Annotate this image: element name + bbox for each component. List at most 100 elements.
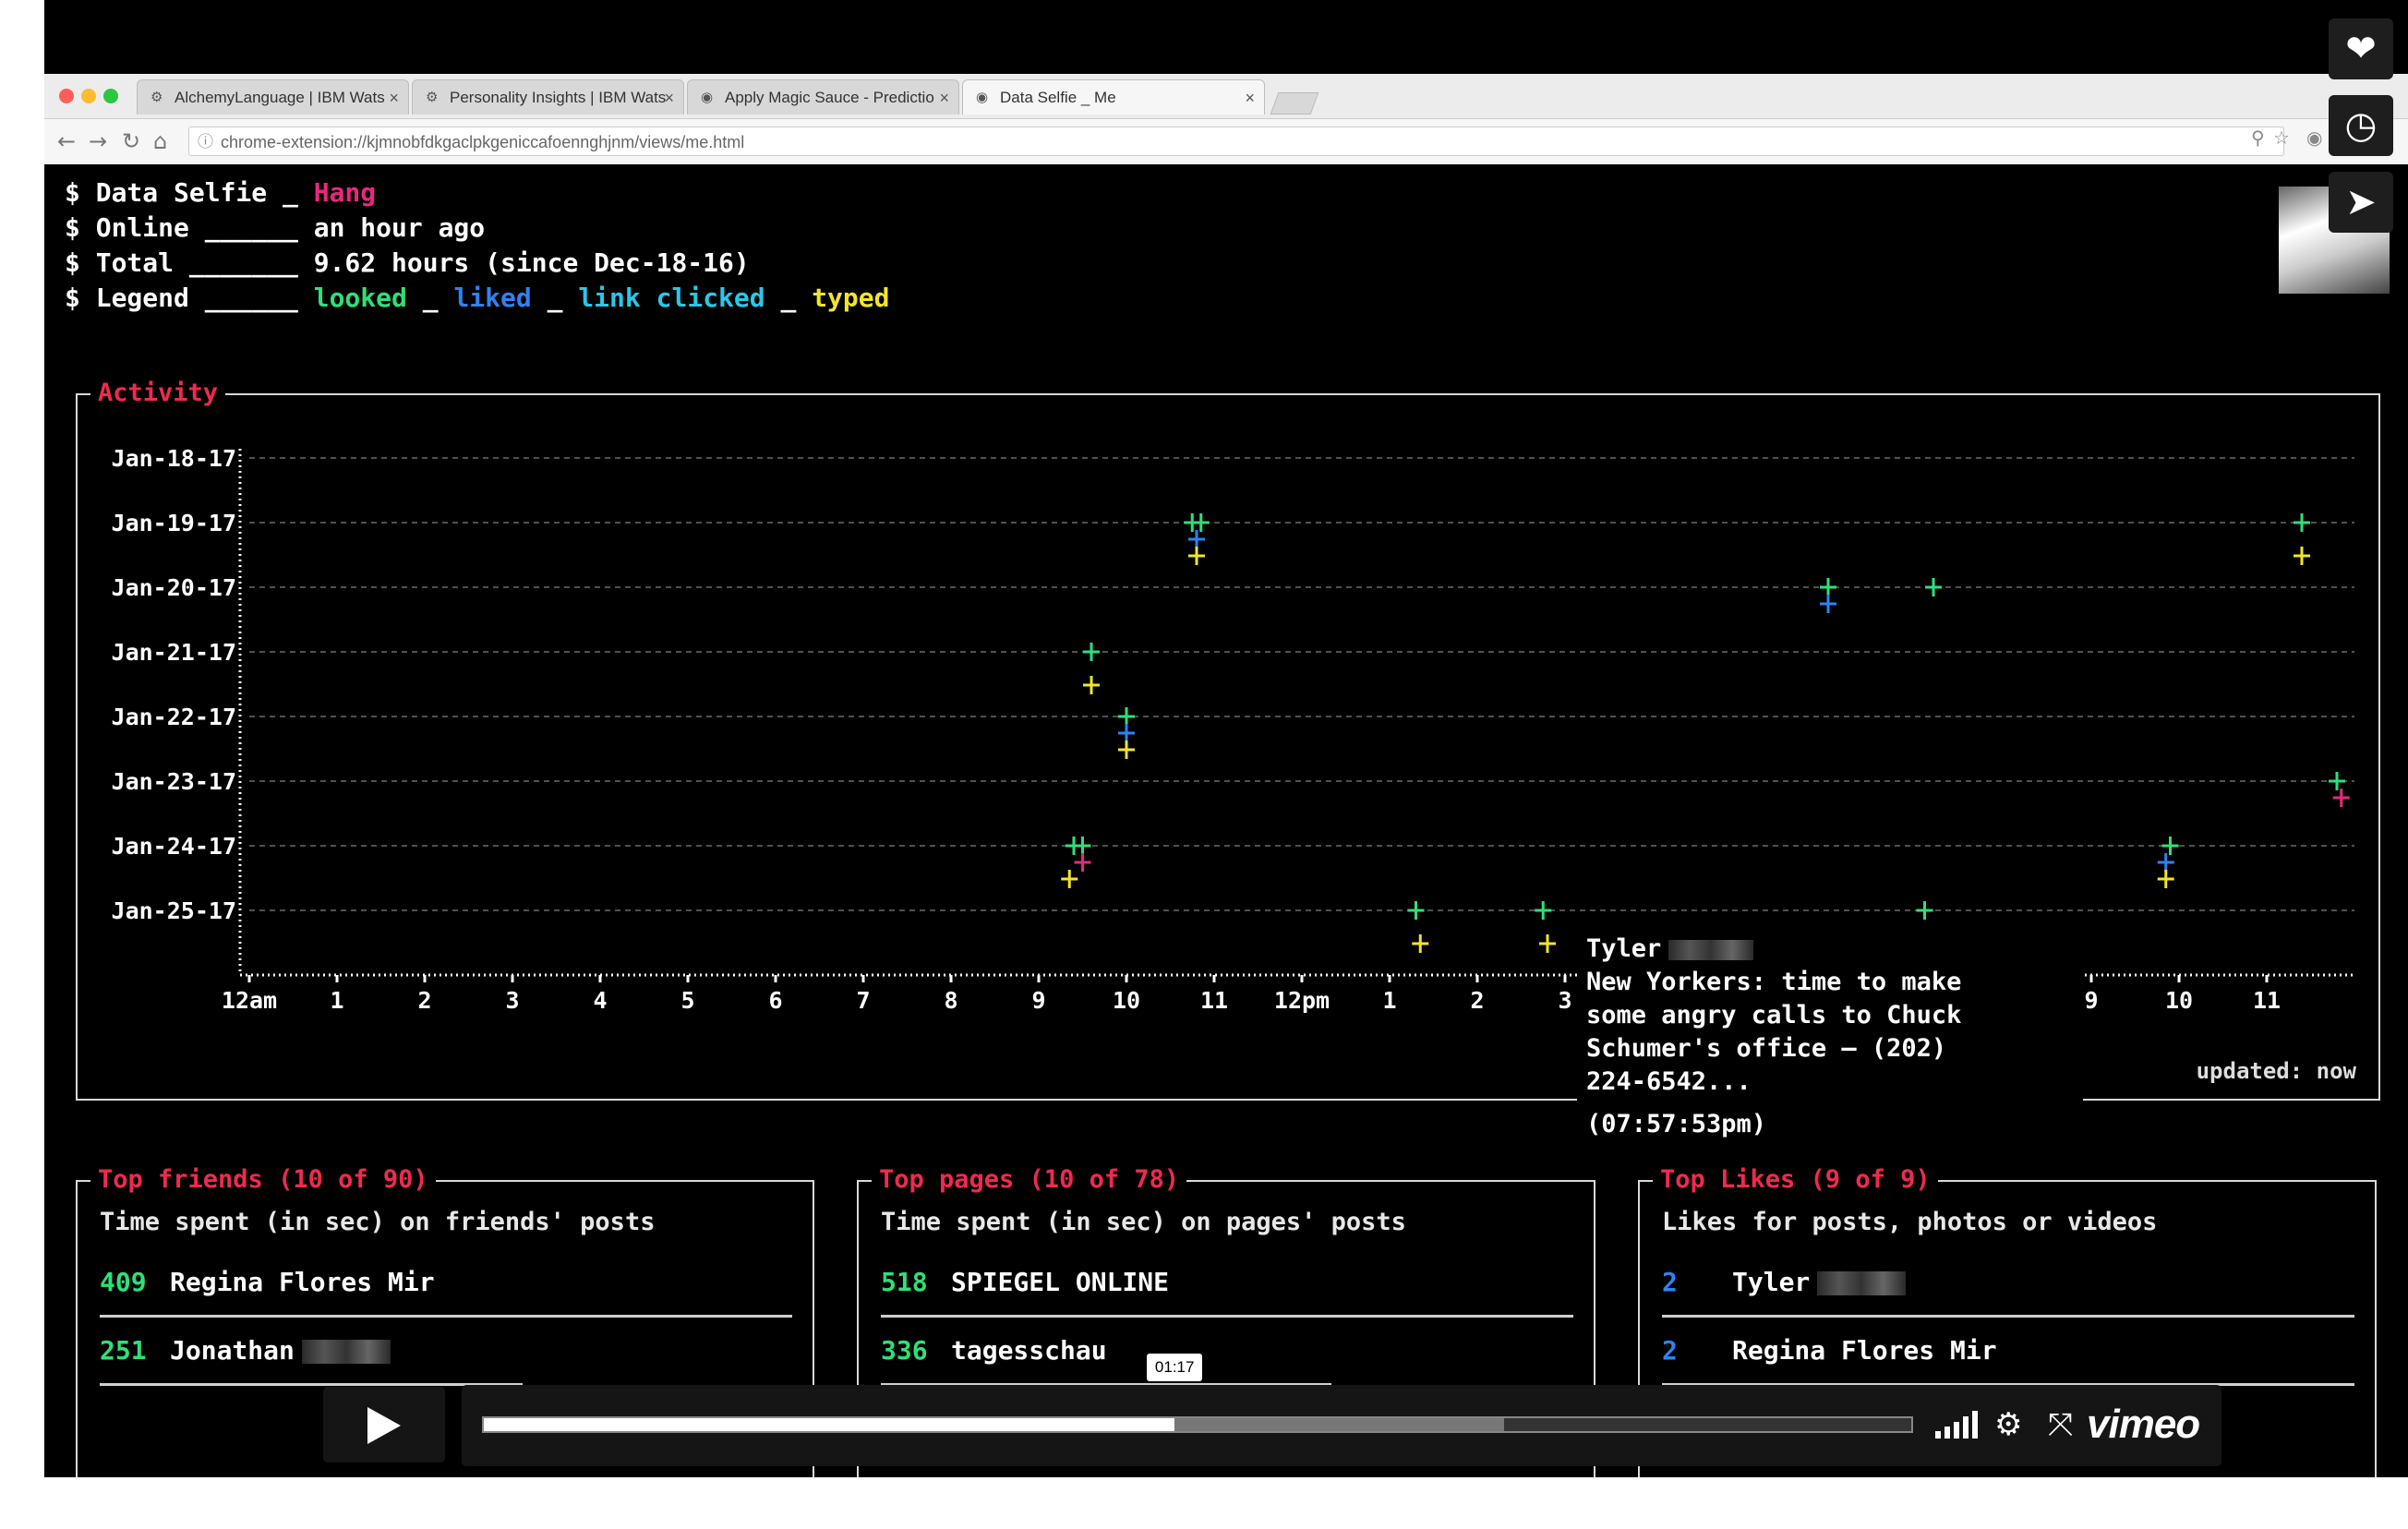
data-point-liked bbox=[1188, 530, 1205, 548]
bookmark-star-icon[interactable]: ☆ bbox=[2273, 126, 2290, 149]
item-bar bbox=[1662, 1315, 2354, 1318]
data-selfie-page: $ Data Selfie _ Hang $ Online ______ an … bbox=[44, 164, 2408, 1477]
tooltip-author: Tyler bbox=[1586, 934, 1662, 963]
data-point-looked bbox=[2329, 772, 2345, 790]
maximize-window-button[interactable] bbox=[103, 89, 118, 103]
data-point-liked bbox=[2157, 853, 2174, 872]
item-name: SPIEGEL ONLINE bbox=[951, 1267, 1170, 1297]
item-value: 336 bbox=[881, 1335, 928, 1366]
info-icon: ⓘ bbox=[198, 133, 213, 150]
data-point-looked bbox=[1074, 837, 1091, 855]
y-tick-label: Jan-23-17 bbox=[112, 768, 236, 795]
y-tick-label: Jan-18-17 bbox=[112, 445, 236, 472]
data-point-looked bbox=[1083, 643, 1100, 661]
x-tick-label: 11 bbox=[1200, 987, 1228, 1014]
x-tick-label: 2 bbox=[417, 987, 431, 1014]
x-tick-label: 9 bbox=[2084, 987, 2098, 1014]
x-tick-label: 12am bbox=[222, 987, 277, 1014]
zoom-icon[interactable]: ⚲ bbox=[2251, 126, 2265, 149]
legend-typed: typed bbox=[812, 283, 890, 313]
list-item[interactable]: 518 SPIEGEL ONLINE bbox=[881, 1267, 1169, 1297]
url-input[interactable]: ⓘ chrome-extension://kjmnobfdkgaclpkgeni… bbox=[188, 126, 2284, 156]
data-point-looked bbox=[2294, 513, 2310, 532]
tab-data-selfie[interactable]: ◉ Data Selfie _ Me × bbox=[962, 79, 1265, 114]
settings-gear-icon[interactable]: ⚙ bbox=[1994, 1403, 2022, 1446]
video-frame: ⚙ AlchemyLanguage | IBM Wats × ⚙ Persona… bbox=[44, 0, 2408, 1477]
x-tick-label: 10 bbox=[1113, 987, 1140, 1014]
clock-icon[interactable]: ◷ bbox=[2329, 95, 2393, 156]
list-item[interactable]: 409 Regina Flores Mir bbox=[100, 1267, 435, 1297]
data-point-looked bbox=[1820, 578, 1836, 596]
vimeo-logo[interactable]: vimeo bbox=[2087, 1402, 2200, 1448]
volume-icon[interactable] bbox=[1935, 1411, 1978, 1439]
back-icon[interactable]: ← bbox=[57, 128, 76, 154]
tab-alchemylanguage[interactable]: ⚙ AlchemyLanguage | IBM Wats × bbox=[137, 79, 409, 114]
data-point-typed bbox=[1539, 934, 1556, 953]
item-value: 518 bbox=[881, 1267, 928, 1297]
list-item[interactable]: 336 tagesschau bbox=[881, 1335, 1107, 1366]
data-point-liked bbox=[1820, 595, 1836, 613]
data-point-typed bbox=[1188, 547, 1205, 565]
legend-separator: _ bbox=[531, 283, 579, 313]
close-tab-icon[interactable]: × bbox=[389, 80, 399, 114]
progress-track[interactable] bbox=[482, 1416, 1913, 1433]
x-tick-label: 6 bbox=[768, 987, 782, 1014]
item-name: Tyler bbox=[1732, 1267, 1811, 1297]
new-tab-button[interactable] bbox=[1270, 92, 1319, 114]
tab-apply-magic-sauce[interactable]: ◉ Apply Magic Sauce - Predictio × bbox=[687, 79, 959, 114]
list-item[interactable]: 251 Jonathan bbox=[100, 1335, 391, 1366]
y-tick-label: Jan-24-17 bbox=[112, 833, 236, 860]
data-point-looked bbox=[1925, 578, 1942, 596]
x-tick-label: 12pm bbox=[1274, 987, 1330, 1014]
played-bar bbox=[484, 1418, 1175, 1431]
y-tick-label: Jan-25-17 bbox=[112, 897, 236, 924]
close-tab-icon[interactable]: × bbox=[939, 80, 949, 114]
y-tick-label: Jan-21-17 bbox=[112, 639, 236, 666]
prefix: $ Data Selfie _ bbox=[65, 177, 314, 208]
list-item[interactable]: 2 Regina Flores Mir bbox=[1662, 1335, 1997, 1366]
data-point-typed bbox=[1412, 934, 1429, 953]
close-tab-icon[interactable]: × bbox=[1245, 80, 1255, 114]
user-name: Hang bbox=[313, 177, 377, 208]
close-window-button[interactable] bbox=[59, 89, 74, 103]
tab-personality-insights[interactable]: ⚙ Personality Insights | IBM Wats × bbox=[412, 79, 684, 114]
y-tick-label: Jan-19-17 bbox=[112, 510, 236, 536]
minimize-window-button[interactable] bbox=[81, 89, 96, 103]
item-value: 2 bbox=[1662, 1267, 1678, 1297]
x-tick-label: 9 bbox=[1031, 987, 1045, 1014]
x-tick-label: 7 bbox=[856, 987, 870, 1014]
x-tick-label: 8 bbox=[944, 987, 957, 1014]
extension-eye-icon[interactable]: ◉ bbox=[2306, 126, 2322, 149]
y-tick-label: Jan-22-17 bbox=[112, 704, 236, 730]
legend-separator: _ bbox=[406, 283, 454, 313]
item-name: Regina Flores Mir bbox=[170, 1267, 435, 1297]
tooltip-time: (07:57:53pm) bbox=[1577, 1110, 1776, 1138]
x-tick-label: 4 bbox=[593, 987, 607, 1014]
x-tick-label: 3 bbox=[505, 987, 519, 1014]
legend-liked: liked bbox=[453, 283, 532, 313]
data-point-looked bbox=[1192, 513, 1210, 532]
tab-label: AlchemyLanguage | IBM Wats bbox=[175, 89, 385, 106]
reload-icon[interactable]: ↻ bbox=[122, 128, 140, 154]
send-icon[interactable]: ➤ bbox=[2329, 172, 2393, 233]
item-value: 2 bbox=[1662, 1335, 1678, 1366]
legend-separator: _ bbox=[765, 283, 813, 313]
x-tick-label: 3 bbox=[1558, 987, 1571, 1014]
home-icon[interactable]: ⌂ bbox=[153, 128, 167, 154]
play-icon bbox=[367, 1407, 401, 1444]
data-point-looked bbox=[1535, 901, 1552, 920]
list-item[interactable]: 2 Tyler bbox=[1662, 1267, 1907, 1297]
fullscreen-icon[interactable]: ⤧ bbox=[2048, 1403, 2073, 1446]
close-tab-icon[interactable]: × bbox=[664, 80, 674, 114]
item-value: 409 bbox=[100, 1267, 147, 1297]
heart-icon[interactable]: ❤ bbox=[2329, 18, 2393, 79]
item-bar bbox=[881, 1315, 1573, 1318]
item-bar bbox=[100, 1315, 792, 1318]
forward-icon[interactable]: → bbox=[89, 128, 107, 154]
y-tick-label: Jan-20-17 bbox=[112, 574, 236, 601]
play-button[interactable] bbox=[323, 1387, 445, 1463]
url-text: chrome-extension://kjmnobfdkgaclpkgenicc… bbox=[221, 133, 745, 151]
item-name: tagesschau bbox=[951, 1335, 1107, 1366]
total-value: 9.62 hours (since Dec-18-16) bbox=[313, 247, 750, 278]
item-name: Jonathan bbox=[170, 1335, 295, 1366]
